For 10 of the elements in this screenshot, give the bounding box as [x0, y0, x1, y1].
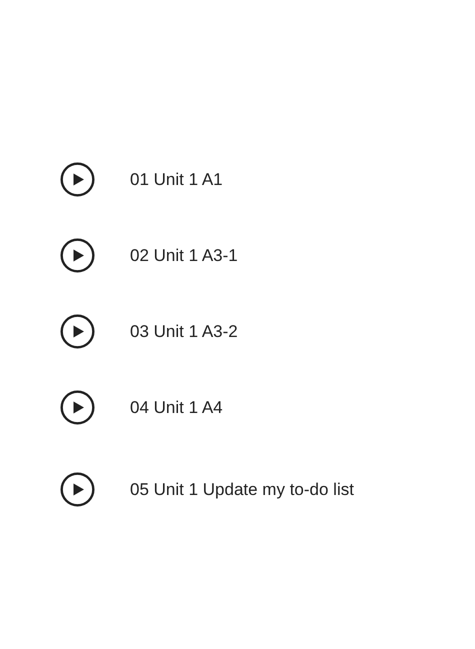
track-title: 02 Unit 1 A3-1: [130, 246, 238, 266]
play-button[interactable]: [60, 472, 95, 507]
play-button[interactable]: [60, 390, 95, 425]
track-title: 04 Unit 1 A4: [130, 398, 223, 418]
track-title: 01 Unit 1 A1: [130, 170, 223, 190]
track-title: 05 Unit 1 Update my to-do list: [130, 480, 354, 500]
track-title: 03 Unit 1 A3-2: [130, 322, 238, 342]
play-button[interactable]: [60, 162, 95, 197]
play-button[interactable]: [60, 314, 95, 349]
play-button[interactable]: [60, 238, 95, 273]
